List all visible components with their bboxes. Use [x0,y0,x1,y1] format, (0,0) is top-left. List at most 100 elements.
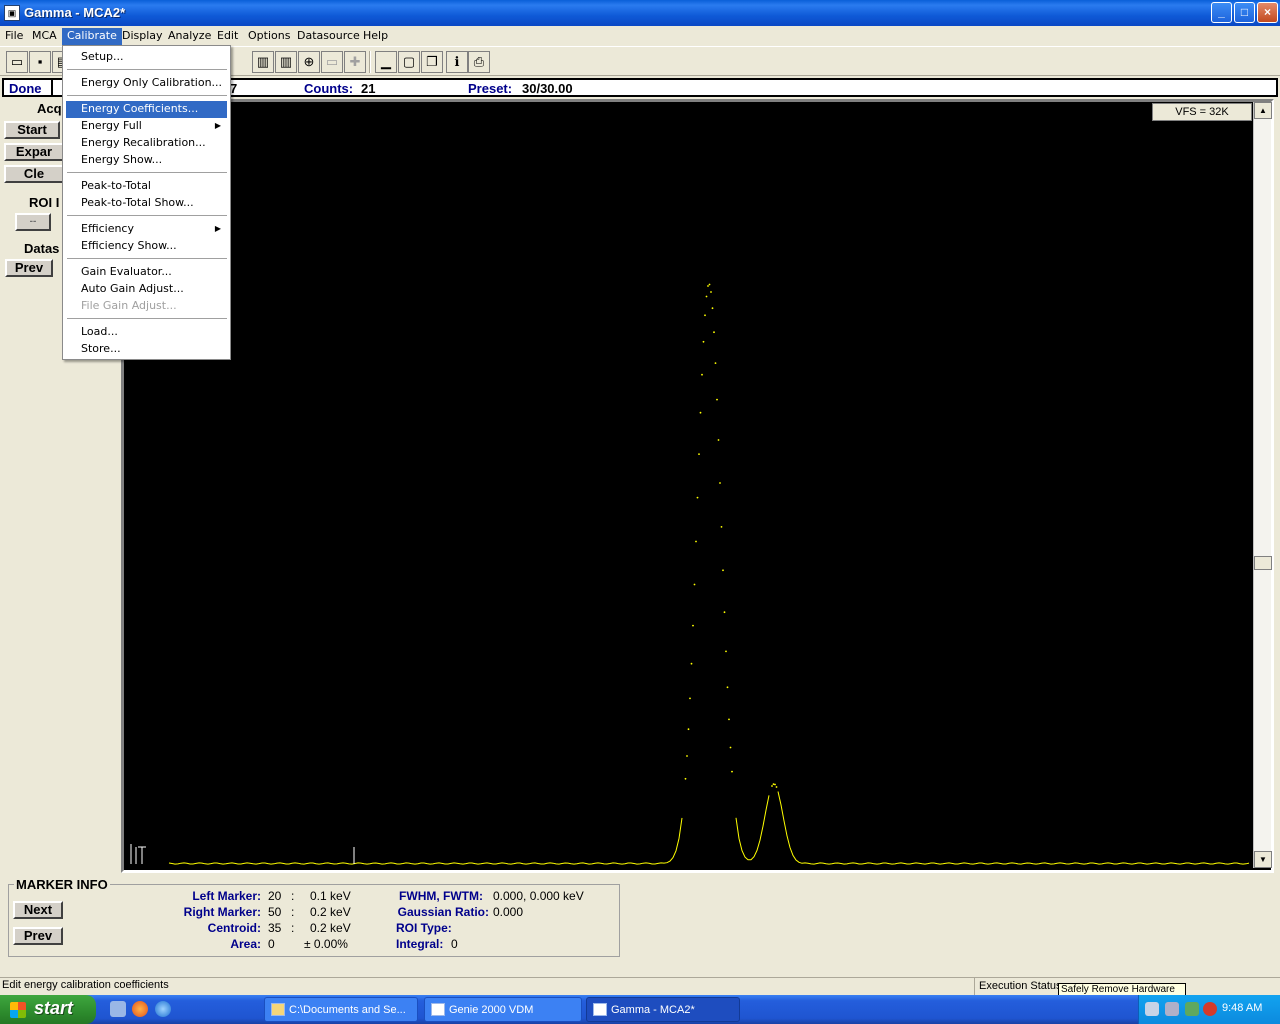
left-marker-energy: 0.1 keV [310,889,351,903]
roi-label: ROI I [29,195,60,210]
task-genie-vdm[interactable]: Genie 2000 VDM [424,997,582,1022]
menu-separator [67,95,227,97]
menu-display[interactable]: Display [117,28,168,45]
fwhm-label: FWHM, FWTM: [399,889,483,903]
spectrum-point [731,770,733,773]
gaussian-ratio-value: 0.000 [493,905,524,919]
spectrum-point [710,291,712,293]
menu-separator [67,215,227,217]
linear-scale-icon[interactable]: ▥ [252,51,274,73]
spectrum-point [702,340,705,343]
menu-item-energy-coefficients[interactable]: Energy Coefficients... [66,101,227,118]
spectrum-point [711,307,714,310]
menu-calibrate[interactable]: Calibrate [62,28,122,45]
spectrum-point [692,624,694,627]
spectrum-point [720,526,723,528]
spectrum-point [726,686,729,689]
spectrum-point [774,783,776,786]
menu-mca[interactable]: MCA [27,28,62,45]
zoom-in-icon[interactable]: ⊕ [298,51,320,73]
volume-icon[interactable] [1165,1002,1179,1016]
task-gamma-mca2[interactable]: Gamma - MCA2* [586,997,740,1022]
zoom-out-icon[interactable]: ▭ [321,51,343,73]
menu-item-energy-full[interactable]: Energy Full ▶ [66,118,227,135]
datasource-label: Datas [24,241,60,256]
status-message: Edit energy calibration coefficients [2,979,169,991]
menu-edit[interactable]: Edit [212,28,243,45]
spectrum-display[interactable] [121,99,1274,873]
menu-item-peak-to-total-show[interactable]: Peak-to-Total Show... [66,195,227,212]
menu-help[interactable]: Help [358,28,393,45]
roi-button[interactable]: -- [15,213,51,231]
log-scale-icon[interactable]: ▥ [275,51,297,73]
title-bar: ▣ Gamma - MCA2* _ □ × [0,0,1280,26]
menu-item-efficiency[interactable]: Efficiency ▶ [66,221,227,238]
preset-label: Preset: [468,81,513,96]
scroll-down-arrow-icon[interactable]: ▼ [1254,851,1272,868]
spectrum-point [705,295,708,298]
spectrum-point [729,746,732,749]
menu-item-energy-only-calibration[interactable]: Energy Only Calibration... [66,75,227,92]
area-label: Area: [230,937,261,951]
right-marker-channel: 50 [268,905,282,919]
start-button[interactable]: start [0,995,96,1024]
menu-item-efficiency-show[interactable]: Efficiency Show... [66,238,227,255]
menu-item-energy-recalibration[interactable]: Energy Recalibration... [66,135,227,152]
cascade-window-icon[interactable]: ❐ [421,51,443,73]
maximize-button[interactable]: □ [1234,2,1255,23]
gamma-app-icon[interactable]: ▣ [4,5,20,21]
menu-item-gain-evaluator[interactable]: Gain Evaluator... [66,264,227,281]
menu-separator [67,69,227,71]
spectrum-point [690,662,693,665]
start-label: start [34,998,74,1018]
menu-options[interactable]: Options [243,28,295,45]
show-desktop-icon[interactable] [110,1001,126,1017]
spectrum-point [696,496,699,499]
task-documents-folder[interactable]: C:\Documents and Se... [264,997,418,1022]
internet-explorer-icon[interactable] [155,1001,171,1017]
minimize-window-icon[interactable]: ▁ [375,51,397,73]
menu-item-store[interactable]: Store... [66,341,227,358]
network-icon[interactable] [1145,1002,1159,1016]
menu-item-setup[interactable]: Setup... [66,49,227,66]
single-window-icon[interactable]: ▢ [398,51,420,73]
marker-next-button[interactable]: Next [13,901,63,919]
menu-file[interactable]: File [0,28,28,45]
print-icon[interactable]: ⎙ [468,51,490,73]
expand-icon[interactable]: ✚ [344,51,366,73]
marker-prev-button[interactable]: Prev [13,927,63,945]
spectrum-point [707,285,709,287]
roi-type-label: ROI Type: [396,921,452,935]
centroid-energy: 0.2 keV [310,921,351,935]
vertical-scrollbar[interactable]: ▲ ▼ [1253,102,1272,868]
menu-item-peak-to-total[interactable]: Peak-to-Total [66,178,227,195]
right-marker-energy: 0.2 keV [310,905,351,919]
minimize-button[interactable]: _ [1211,2,1232,23]
spectrum-plot[interactable] [124,102,1271,870]
centroid-channel: 35 [268,921,282,935]
clear-button[interactable]: Cle [4,165,64,183]
menu-analyze[interactable]: Analyze [163,28,216,45]
open-folder-icon[interactable]: ▭ [6,51,28,73]
spectrum-point [695,540,697,543]
safely-remove-hardware-icon[interactable] [1185,1002,1199,1016]
start-button[interactable]: Start [4,121,60,139]
save-icon[interactable]: ▪ [29,51,51,73]
menu-datasource[interactable]: Datasource [292,28,365,45]
window-title: Gamma - MCA2* [24,5,126,20]
spectrum-point [723,611,726,614]
datasource-prev-button[interactable]: Prev [5,259,53,277]
left-marker-channel: 20 [268,889,282,903]
info-icon[interactable]: ℹ [446,51,468,73]
menu-item-energy-show[interactable]: Energy Show... [66,152,227,169]
scroll-up-arrow-icon[interactable]: ▲ [1254,102,1272,119]
menu-item-file-gain-adjust: File Gain Adjust... [81,299,177,312]
menu-item-auto-gain-adjust[interactable]: Auto Gain Adjust... [66,281,227,298]
scroll-thumb[interactable] [1254,556,1272,570]
menu-item-load[interactable]: Load... [66,324,227,341]
fwhm-value: 0.000, 0.000 keV [493,889,584,903]
security-alert-icon[interactable] [1203,1002,1217,1016]
expand-button[interactable]: Expar [4,143,64,161]
firefox-icon[interactable] [132,1001,148,1017]
close-button[interactable]: × [1257,2,1278,23]
